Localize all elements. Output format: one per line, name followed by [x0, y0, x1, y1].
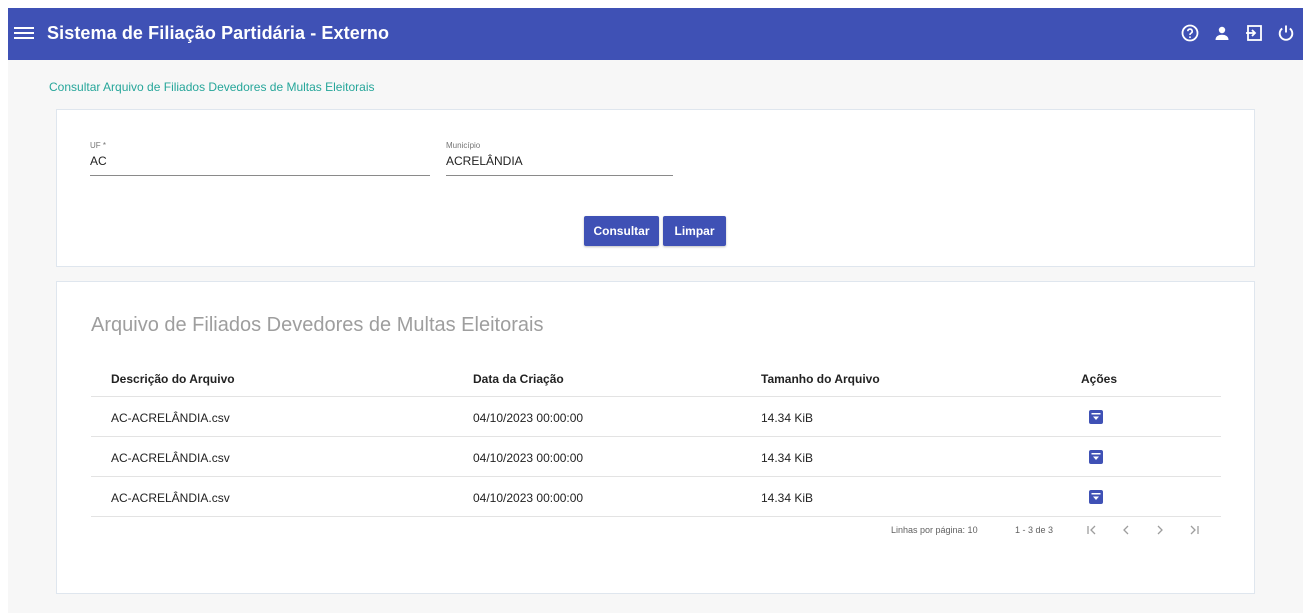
results-card: Arquivo de Filiados Devedores de Multas … — [56, 281, 1255, 594]
cell-descricao: AC-ACRELÂNDIA.csv — [111, 451, 230, 465]
page-range: 1 - 3 de 3 — [1015, 525, 1054, 535]
power-icon[interactable] — [1275, 22, 1297, 44]
cell-descricao: AC-ACRELÂNDIA.csv — [111, 491, 230, 505]
paginator: Linhas por página: 10 1 - 3 de 3 — [91, 519, 1221, 543]
table-header: Descrição do Arquivo Data da Criação Tam… — [91, 358, 1221, 397]
cell-data: 04/10/2023 00:00:00 — [473, 451, 584, 465]
page: Sistema de Filiação Partidária - Externo… — [8, 8, 1303, 613]
user-icon[interactable] — [1211, 22, 1233, 44]
table-row: AC-ACRELÂNDIA.csv 04/10/2023 00:00:00 14… — [91, 437, 1221, 477]
column-header-acoes: Ações — [1081, 372, 1118, 386]
table-row: AC-ACRELÂNDIA.csv 04/10/2023 00:00:00 14… — [91, 477, 1221, 517]
help-icon[interactable] — [1179, 22, 1201, 44]
download-icon[interactable] — [1089, 450, 1103, 464]
breadcrumb: Consultar Arquivo de Filiados Devedores … — [49, 80, 375, 94]
top-app-bar: Sistema de Filiação Partidária - Externo — [8, 8, 1303, 60]
last-page-icon[interactable] — [1183, 519, 1205, 541]
previous-page-icon[interactable] — [1115, 519, 1137, 541]
cell-descricao: AC-ACRELÂNDIA.csv — [111, 411, 230, 425]
next-page-icon[interactable] — [1149, 519, 1171, 541]
download-icon[interactable] — [1089, 490, 1103, 504]
toolbar-actions — [1179, 22, 1297, 44]
rows-per-page[interactable]: Linhas por página: 10 — [891, 525, 978, 535]
municipio-label: Município — [446, 141, 481, 150]
municipio-field[interactable]: Município ACRELÂNDIA — [446, 141, 673, 176]
filter-card: UF * AC Município ACRELÂNDIA Consultar L… — [56, 109, 1255, 267]
cell-tamanho: 14.34 KiB — [761, 411, 814, 425]
menu-icon[interactable] — [14, 24, 34, 44]
limpar-button[interactable]: Limpar — [663, 216, 726, 246]
column-header-tamanho: Tamanho do Arquivo — [761, 372, 880, 386]
column-header-descricao: Descrição do Arquivo — [111, 372, 235, 386]
consultar-button[interactable]: Consultar — [584, 216, 659, 246]
column-header-data: Data da Criação — [473, 372, 564, 386]
cell-tamanho: 14.34 KiB — [761, 491, 814, 505]
cell-data: 04/10/2023 00:00:00 — [473, 411, 584, 425]
results-title: Arquivo de Filiados Devedores de Multas … — [91, 314, 544, 336]
first-page-icon[interactable] — [1081, 519, 1103, 541]
uf-label: UF * — [90, 141, 106, 150]
uf-field[interactable]: UF * AC — [90, 141, 430, 176]
table-row: AC-ACRELÂNDIA.csv 04/10/2023 00:00:00 14… — [91, 397, 1221, 437]
logout-icon[interactable] — [1243, 22, 1265, 44]
download-icon[interactable] — [1089, 410, 1103, 424]
uf-value: AC — [90, 154, 107, 168]
app-title: Sistema de Filiação Partidária - Externo — [47, 23, 390, 43]
cell-data: 04/10/2023 00:00:00 — [473, 491, 584, 505]
municipio-value: ACRELÂNDIA — [446, 154, 523, 168]
results-table: Descrição do Arquivo Data da Criação Tam… — [91, 358, 1221, 517]
cell-tamanho: 14.34 KiB — [761, 451, 814, 465]
